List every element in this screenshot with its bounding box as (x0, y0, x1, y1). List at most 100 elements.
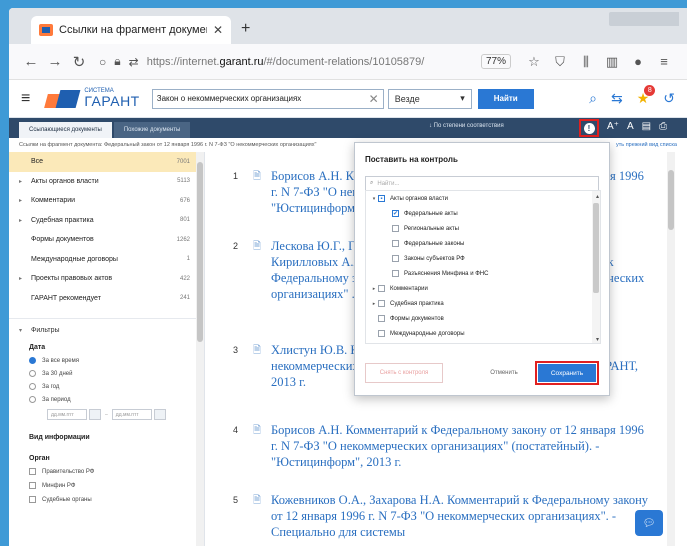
menu-icon[interactable]: ≡ (651, 54, 677, 69)
tree-item[interactable]: Разъяснения Минфина и ФНС (366, 266, 600, 281)
result-link[interactable]: Кожевников О.А., Захарова Н.А. Комментар… (271, 492, 651, 540)
bookmark-star-icon[interactable]: ☆ (521, 54, 547, 70)
radio-icon[interactable] (29, 383, 36, 390)
tree-toggle-icon[interactable]: ▸ (370, 301, 378, 307)
tree-item[interactable]: Федеральные законы (366, 236, 600, 251)
radio-icon[interactable] (29, 357, 36, 364)
checkbox-icon[interactable] (378, 285, 385, 292)
checkbox-icon[interactable] (378, 330, 385, 337)
radio-icon[interactable] (29, 396, 36, 403)
date-radio-option[interactable]: За период (29, 396, 194, 403)
favorites-star-icon[interactable]: ★ 8 (637, 85, 656, 107)
sidebar-category-item[interactable]: ГАРАНТ рекомендует 241 (9, 289, 204, 309)
radio-icon[interactable] (29, 370, 36, 377)
date-radio-option[interactable]: За все время (29, 357, 194, 364)
checkbox-icon[interactable] (392, 225, 399, 232)
date-to-input[interactable]: дд.мм.гггг (111, 409, 152, 420)
checkbox-icon[interactable] (29, 496, 36, 503)
restore-list-view-link[interactable]: уть прежний вид списка (612, 142, 677, 148)
checkbox-icon[interactable] (392, 255, 399, 262)
checkbox-icon[interactable] (378, 315, 385, 322)
sidebar-category-item[interactable]: ▸ Комментарии 676 (9, 191, 204, 211)
tab-referencing-documents[interactable]: Ссылающиеся документы (19, 122, 112, 138)
result-link[interactable]: Борисов А.Н. Комментарий к Федеральному … (271, 422, 651, 470)
organ-checkbox-option[interactable]: Правительство РФ (29, 468, 194, 475)
browser-tab[interactable]: Ссылки на фрагмент докумен ✕ (31, 16, 231, 44)
library-icon[interactable]: ⫼ (573, 54, 599, 70)
tree-item[interactable]: Формы документов (366, 311, 600, 326)
save-button[interactable]: Сохранить (538, 364, 596, 382)
tab-similar-documents[interactable]: Похожие документы (113, 122, 191, 138)
result-item[interactable]: 5 🗎︎ Кожевников О.А., Захарова Н.А. Коммен… (213, 492, 651, 540)
remove-control-button[interactable]: Снять с контроля (365, 363, 443, 383)
results-scrollbar[interactable] (667, 152, 675, 546)
search-scope-select[interactable]: Везде ▾ (387, 88, 472, 109)
sidebar-category-item[interactable]: ▸ Судебная практика 801 (9, 211, 204, 231)
save-button-highlight[interactable]: Сохранить (535, 361, 599, 385)
checkbox-icon[interactable] (392, 240, 399, 247)
history-icon[interactable]: ↺ (663, 90, 675, 107)
font-size-down-icon[interactable]: A (627, 121, 634, 132)
checkbox-icon[interactable]: ✔ (392, 210, 399, 217)
search-input[interactable]: Закон о некоммерческих организациях ✕ (151, 88, 384, 109)
organ-checkbox-option[interactable]: Судебные органы (29, 496, 194, 503)
font-size-up-icon[interactable]: A⁺ (607, 121, 619, 132)
save-icon[interactable]: ▤ (642, 121, 651, 132)
checkbox-icon[interactable] (29, 468, 36, 475)
tree-toggle-icon[interactable]: ▾ (370, 196, 378, 202)
checkbox-icon[interactable] (378, 300, 385, 307)
tree-scrollbar[interactable]: ▴ ▾ (592, 191, 600, 343)
find-button[interactable]: Найти (477, 88, 534, 109)
chat-icon[interactable]: 💬︎ (635, 510, 663, 536)
checkbox-icon[interactable] (29, 482, 36, 489)
address-bar[interactable]: ○ 🔒︎ ⇄ https://internet. garant.ru/#/docu… (99, 50, 473, 74)
sidebar-category-item[interactable]: Формы документов 1262 (9, 230, 204, 250)
clear-search-icon[interactable]: ✕ (369, 92, 379, 106)
zoom-level[interactable]: 77% (480, 54, 511, 69)
compare-icon[interactable]: ⇆ (611, 90, 623, 107)
tree-item[interactable]: ▸ Судебная практика (366, 296, 600, 311)
checkbox-icon[interactable] (392, 270, 399, 277)
sort-selector[interactable]: ↓ По степени соответствия (429, 123, 504, 129)
tree-item[interactable]: Региональные акты (366, 221, 600, 236)
tree-item[interactable]: ✔ Федеральные акты (366, 206, 600, 221)
sidebar-category-item[interactable]: ▸ Акты органов власти 5113 (9, 172, 204, 192)
filters-header[interactable]: ▾ Фильтры (19, 327, 194, 334)
dialog-search-input[interactable]: ⌕ Найти... (365, 176, 599, 191)
scroll-down-icon[interactable]: ▾ (596, 336, 599, 343)
back-arrow-icon[interactable]: ← (19, 53, 43, 70)
scroll-up-icon[interactable]: ▴ (596, 193, 599, 200)
forward-arrow-icon[interactable]: → (43, 53, 67, 70)
sidebar-scrollbar[interactable] (196, 152, 204, 546)
tree-item[interactable]: Законы субъектов РФ (366, 251, 600, 266)
result-item[interactable]: 4 🗎︎ Борисов А.Н. Комментарий к Федерально… (213, 422, 651, 470)
tree-item[interactable]: ▾ ▪ Акты органов власти (366, 191, 600, 206)
tree-item[interactable]: ▸ Комментарии (366, 281, 600, 296)
sidebar-icon[interactable]: ▥ (599, 54, 625, 70)
date-radio-option[interactable]: За год (29, 383, 194, 390)
set-control-button[interactable]: ! (579, 119, 599, 137)
window-close-button[interactable] (653, 12, 679, 26)
sidebar-category-item[interactable]: ▸ Проекты правовых актов 422 (9, 269, 204, 289)
date-radio-option[interactable]: За 30 дней (29, 370, 194, 377)
tree-item[interactable]: Международные договоры (366, 326, 600, 341)
advanced-search-icon[interactable]: ⌕ (589, 90, 597, 107)
calendar-icon[interactable] (89, 409, 101, 420)
garant-logo[interactable]: СИСТЕМА ГАРАНТ (46, 88, 139, 110)
sidebar-category-item[interactable]: Международные договоры 1 (9, 250, 204, 270)
sidebar-category-item[interactable]: Все 7001 (9, 152, 204, 172)
tree-toggle-icon[interactable]: ▸ (370, 286, 378, 292)
date-from-input[interactable]: дд.мм.гггг (47, 409, 87, 420)
close-tab-icon[interactable]: ✕ (213, 23, 223, 37)
new-tab-icon[interactable]: + (241, 20, 250, 38)
account-icon[interactable]: ● (625, 54, 651, 69)
calendar-icon[interactable] (153, 409, 166, 420)
window-controls[interactable] (609, 12, 679, 26)
checkbox-icon[interactable]: ▪ (378, 195, 385, 202)
hamburger-menu-icon[interactable]: ≡ (21, 90, 30, 108)
organ-checkbox-option[interactable]: Минфин РФ (29, 482, 194, 489)
reload-icon[interactable]: ↻ (67, 53, 91, 71)
print-icon[interactable]: ⎙ (659, 121, 667, 132)
cancel-button[interactable]: Отменить (479, 363, 529, 383)
pocket-icon[interactable]: ⛉ (547, 54, 573, 70)
